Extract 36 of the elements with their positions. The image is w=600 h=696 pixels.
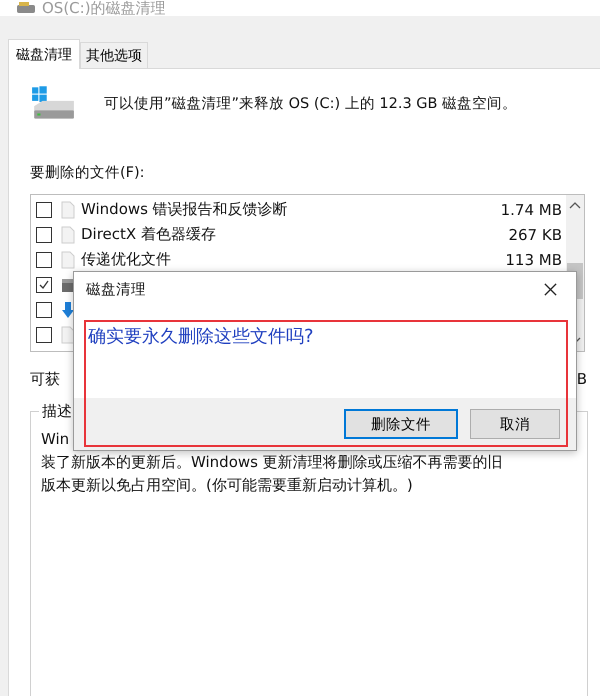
description-text: 装了新版本的更新后。Windows 更新清理将删除或压缩不再需要的旧 bbox=[41, 452, 504, 473]
dialog-message: 确实要永久删除这些文件吗? bbox=[88, 326, 314, 347]
files-label: 要删除的文件(F): bbox=[30, 164, 146, 182]
dialog-button[interactable]: 删除文件 bbox=[344, 409, 458, 439]
dialog-button[interactable]: 取消 bbox=[470, 409, 560, 439]
checkbox[interactable] bbox=[36, 276, 52, 292]
checkbox[interactable] bbox=[36, 226, 52, 242]
description-text: Win bbox=[41, 429, 70, 450]
drive-icon bbox=[30, 85, 76, 121]
group-title: 描述 bbox=[39, 402, 75, 421]
drive-icon bbox=[16, 2, 36, 14]
checkbox[interactable] bbox=[36, 252, 52, 268]
check-icon bbox=[38, 278, 50, 290]
file-icon bbox=[61, 226, 75, 244]
tab[interactable]: 磁盘清理 bbox=[8, 39, 80, 69]
gain-value: B bbox=[576, 370, 587, 389]
file-size: 267 KB bbox=[508, 226, 562, 244]
close-icon[interactable] bbox=[543, 282, 558, 296]
file-name: Windows 错误报告和反馈诊断 bbox=[81, 200, 288, 219]
checkbox[interactable] bbox=[36, 326, 52, 342]
file-size: 113 MB bbox=[505, 250, 562, 268]
download-arrow-icon bbox=[61, 300, 75, 318]
description-text: 版本更新以免占用空间。(你可能需要重新启动计算机。) bbox=[41, 475, 414, 496]
file-icon bbox=[61, 250, 75, 268]
gain-label: 可获 bbox=[30, 370, 60, 389]
checkbox[interactable] bbox=[36, 202, 52, 218]
file-name: 传递优化文件 bbox=[81, 250, 171, 269]
file-icon bbox=[61, 200, 75, 218]
file-name: DirectX 着色器缓存 bbox=[81, 225, 216, 244]
window-title: OS(C:)的磁盘清理 bbox=[42, 1, 166, 16]
checkbox[interactable] bbox=[36, 302, 52, 318]
dialog-title: 磁盘清理 bbox=[86, 280, 146, 298]
file-size: 1.74 MB bbox=[500, 200, 562, 218]
tab[interactable]: 其他选项 bbox=[80, 42, 148, 68]
scroll-up-icon[interactable] bbox=[569, 201, 581, 209]
summary-text: 可以使用”磁盘清理”来释放 OS (C:) 上的 12.3 GB 磁盘空间。 bbox=[104, 94, 518, 112]
